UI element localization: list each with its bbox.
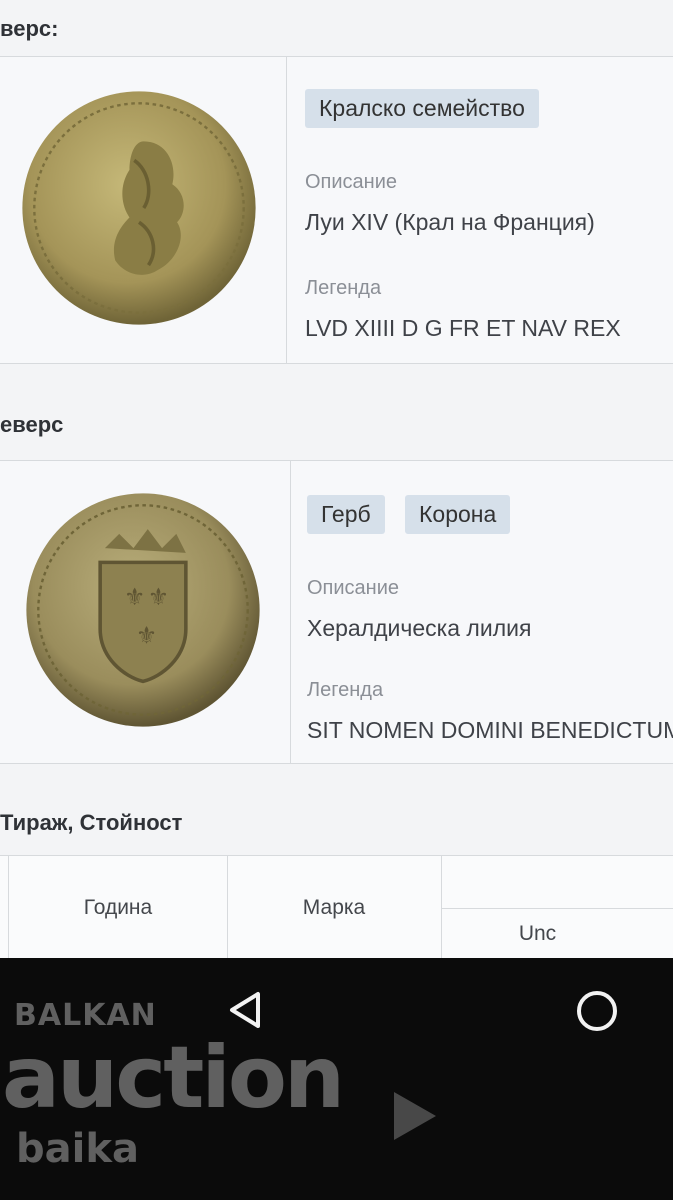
reverse-panel: ⚜ ⚜ ⚜ Герб Корона Описание Хералдическа … bbox=[0, 460, 673, 764]
obverse-description-label: Описание bbox=[305, 171, 398, 193]
column-year[interactable]: Година bbox=[8, 856, 228, 958]
svg-text:⚜: ⚜ bbox=[124, 583, 145, 611]
watermark-auction: auction bbox=[2, 1028, 345, 1128]
column-unc[interactable]: Unc bbox=[442, 909, 673, 958]
reverse-description-value: Хералдическа лилия bbox=[307, 615, 532, 641]
tag-royal-family[interactable]: Кралско семейство bbox=[305, 89, 539, 128]
obverse-description-value: Луи XIV (Крал на Франция) bbox=[305, 209, 595, 235]
home-icon[interactable] bbox=[574, 988, 620, 1034]
column-mark[interactable]: Марка bbox=[227, 856, 442, 958]
reverse-coin-image[interactable]: ⚜ ⚜ ⚜ bbox=[24, 491, 262, 729]
reverse-info: Герб Корона Описание Хералдическа лилия … bbox=[291, 461, 673, 763]
reverse-heading: еверс bbox=[0, 412, 64, 437]
obverse-coin-image[interactable] bbox=[20, 89, 258, 327]
svg-text:⚜: ⚜ bbox=[136, 621, 157, 649]
reverse-legend-value: SIT NOMEN DOMINI BENEDICTUM bbox=[307, 717, 673, 743]
app-screen: верс: Кралско семейство Описание Луи XIV… bbox=[0, 0, 673, 958]
obverse-info: Кралско семейство Описание Луи XIV (Крал… bbox=[287, 57, 673, 363]
obverse-heading: верс: bbox=[0, 16, 59, 41]
obverse-legend-value: LVD XIIII D G FR ET NAV REX bbox=[305, 315, 621, 341]
obverse-legend-label: Легенда bbox=[305, 277, 382, 299]
reverse-image-cell: ⚜ ⚜ ⚜ bbox=[0, 461, 291, 763]
mintage-heading: Тираж, Стойност bbox=[0, 810, 183, 835]
play-icon bbox=[388, 1088, 440, 1144]
tag-coat-of-arms[interactable]: Герб bbox=[307, 495, 385, 534]
reverse-legend-label: Легенда bbox=[307, 679, 384, 701]
watermark-baika: baika bbox=[16, 1126, 139, 1172]
back-icon[interactable] bbox=[224, 988, 266, 1032]
mintage-table: Година Марка Unc bbox=[0, 855, 673, 958]
reverse-description-label: Описание bbox=[307, 577, 400, 599]
obverse-panel: Кралско семейство Описание Луи XIV (Крал… bbox=[0, 56, 673, 364]
svg-text:⚜: ⚜ bbox=[148, 583, 169, 611]
tag-crown[interactable]: Корона bbox=[405, 495, 511, 534]
obverse-image-cell bbox=[0, 57, 287, 363]
column-grade-group bbox=[442, 856, 673, 909]
navigation-bar: BALKAN auction baika bbox=[0, 958, 673, 1200]
